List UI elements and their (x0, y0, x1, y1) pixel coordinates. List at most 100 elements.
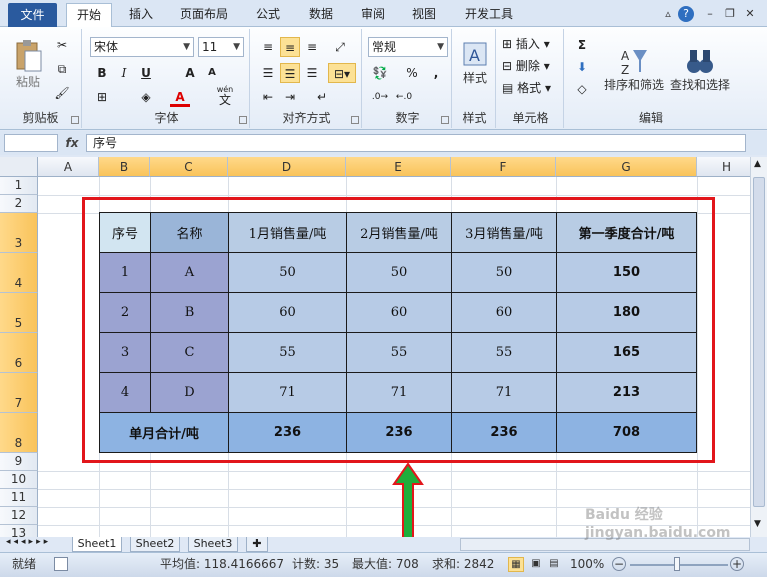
align-left-icon[interactable]: ☰ (258, 63, 278, 83)
sheet-nav-icon[interactable]: ◂◂◂▸▸▸ (6, 537, 51, 547)
styles-button[interactable]: A 样式 (458, 33, 492, 93)
row-header-1[interactable]: 1 (0, 177, 38, 195)
underline-button[interactable]: U (136, 63, 156, 83)
wrap-text-icon[interactable]: ↵ (312, 87, 332, 107)
tab-file[interactable]: 文件 (8, 3, 57, 27)
clear-icon[interactable]: ◇ (572, 79, 592, 99)
row-header-12[interactable]: 12 (0, 507, 38, 525)
column-header-e[interactable]: E (346, 157, 451, 177)
font-launcher-icon[interactable] (239, 116, 247, 124)
sheet-tab-1[interactable]: Sheet1 (72, 537, 122, 552)
row-header-3[interactable]: 3 (0, 213, 38, 253)
align-right-icon[interactable]: ☰ (302, 63, 322, 83)
align-middle-icon[interactable]: ≡ (280, 37, 300, 57)
increase-decimal-icon[interactable]: .0→ (370, 87, 390, 107)
zoom-slider-thumb[interactable] (674, 557, 680, 571)
autosum-button[interactable]: Σ (572, 35, 592, 55)
insert-cells-button[interactable]: ⊞ 插入 ▾ (502, 35, 550, 52)
scroll-down-icon[interactable]: ▼ (754, 519, 761, 529)
phonetic-button[interactable]: wén 文 (212, 85, 238, 107)
align-bottom-icon[interactable]: ≡ (302, 37, 322, 57)
row-header-13[interactable]: 13 (0, 525, 38, 537)
scroll-up-icon[interactable]: ▲ (754, 159, 761, 169)
row-header-10[interactable]: 10 (0, 471, 38, 489)
number-launcher-icon[interactable] (441, 116, 449, 124)
font-color-button[interactable]: A (170, 87, 190, 107)
normal-view-icon[interactable]: ▦ (508, 557, 524, 572)
font-name-dropdown[interactable]: 宋体 ▼ (90, 37, 194, 57)
select-all-corner[interactable] (0, 157, 38, 177)
insert-function-button[interactable]: fx (62, 134, 82, 152)
scroll-thumb[interactable] (753, 177, 765, 507)
align-center-icon[interactable]: ☰ (280, 63, 300, 83)
alignment-launcher-icon[interactable] (351, 116, 359, 124)
decrease-indent-icon[interactable]: ⇤ (258, 87, 278, 107)
orientation-icon[interactable]: ⤢ (330, 37, 350, 57)
zoom-out-icon[interactable]: − (612, 557, 626, 571)
fill-icon[interactable]: ⬇ (572, 57, 592, 77)
column-header-c[interactable]: C (150, 157, 228, 177)
tab-insert[interactable]: 插入 (118, 3, 164, 27)
row-header-8[interactable]: 8 (0, 413, 38, 453)
borders-icon[interactable]: ⊞ (92, 87, 112, 107)
comma-button[interactable]: , (426, 63, 446, 83)
decrease-decimal-icon[interactable]: ←.0 (394, 87, 414, 107)
increase-indent-icon[interactable]: ⇥ (280, 87, 300, 107)
shrink-font-button[interactable]: A (202, 63, 222, 83)
vertical-scrollbar[interactable]: ▲ ▼ (750, 157, 767, 537)
minimize-ribbon-icon[interactable]: ▵ (660, 6, 676, 22)
align-top-icon[interactable]: ≡ (258, 37, 278, 57)
clipboard-launcher-icon[interactable] (71, 116, 79, 124)
help-icon[interactable]: ? (678, 6, 694, 22)
close-icon[interactable]: ✕ (742, 6, 758, 22)
column-header-b[interactable]: B (99, 157, 150, 177)
column-header-f[interactable]: F (451, 157, 556, 177)
row-header-7[interactable]: 7 (0, 373, 38, 413)
sort-filter-button[interactable]: AZ 排序和筛选 (604, 33, 664, 105)
fill-color-icon[interactable]: ◈ (136, 87, 156, 107)
column-header-a[interactable]: A (38, 157, 99, 177)
column-header-d[interactable]: D (228, 157, 346, 177)
minimize-icon[interactable]: – (702, 6, 718, 22)
tab-data[interactable]: 数据 (300, 3, 342, 27)
row-header-11[interactable]: 11 (0, 489, 38, 507)
sheet-tab-3[interactable]: Sheet3 (188, 537, 238, 552)
number-format-dropdown[interactable]: 常规 ▼ (368, 37, 448, 57)
copy-icon[interactable]: ⧉ (52, 59, 72, 79)
italic-button[interactable]: I (114, 63, 134, 83)
paste-button[interactable]: 粘贴 (8, 33, 48, 95)
row-header-6[interactable]: 6 (0, 333, 38, 373)
page-layout-view-icon[interactable]: ▣ (528, 557, 544, 572)
find-select-button[interactable]: 查找和选择 (668, 33, 732, 105)
new-sheet-icon[interactable]: ✚ (246, 537, 268, 552)
row-header-5[interactable]: 5 (0, 293, 38, 333)
tab-formulas[interactable]: 公式 (248, 3, 288, 27)
grow-font-button[interactable]: A (180, 63, 200, 83)
currency-icon[interactable]: 💱 (370, 63, 390, 83)
column-header-h[interactable]: H (697, 157, 750, 177)
format-painter-icon[interactable]: 🖌 (52, 83, 72, 103)
delete-cells-button[interactable]: ⊟ 删除 ▾ (502, 57, 550, 74)
row-header-9[interactable]: 9 (0, 453, 38, 471)
format-cells-button[interactable]: ▤ 格式 ▾ (502, 79, 551, 96)
tab-view[interactable]: 视图 (404, 3, 444, 27)
tab-home[interactable]: 开始 (66, 3, 112, 28)
tab-review[interactable]: 审阅 (352, 3, 394, 27)
merge-center-icon[interactable]: ⊟▾ (328, 63, 356, 83)
row-header-2[interactable]: 2 (0, 195, 38, 213)
row-header-4[interactable]: 4 (0, 253, 38, 293)
page-break-view-icon[interactable]: ▤ (546, 557, 562, 572)
sheet-tab-2[interactable]: Sheet2 (130, 537, 180, 552)
percent-button[interactable]: % (402, 63, 422, 83)
font-size-dropdown[interactable]: 11 ▼ (198, 37, 244, 57)
zoom-in-icon[interactable]: + (730, 557, 744, 571)
restore-icon[interactable]: ❐ (722, 6, 738, 22)
bold-button[interactable]: B (92, 63, 112, 83)
tab-page-layout[interactable]: 页面布局 (172, 3, 236, 27)
cut-icon[interactable]: ✂ (52, 35, 72, 55)
name-box[interactable] (4, 134, 58, 152)
column-header-g[interactable]: G (556, 157, 697, 177)
tab-developer[interactable]: 开发工具 (456, 3, 522, 27)
zoom-level[interactable]: 100% (570, 553, 604, 576)
macro-record-icon[interactable] (54, 557, 68, 571)
